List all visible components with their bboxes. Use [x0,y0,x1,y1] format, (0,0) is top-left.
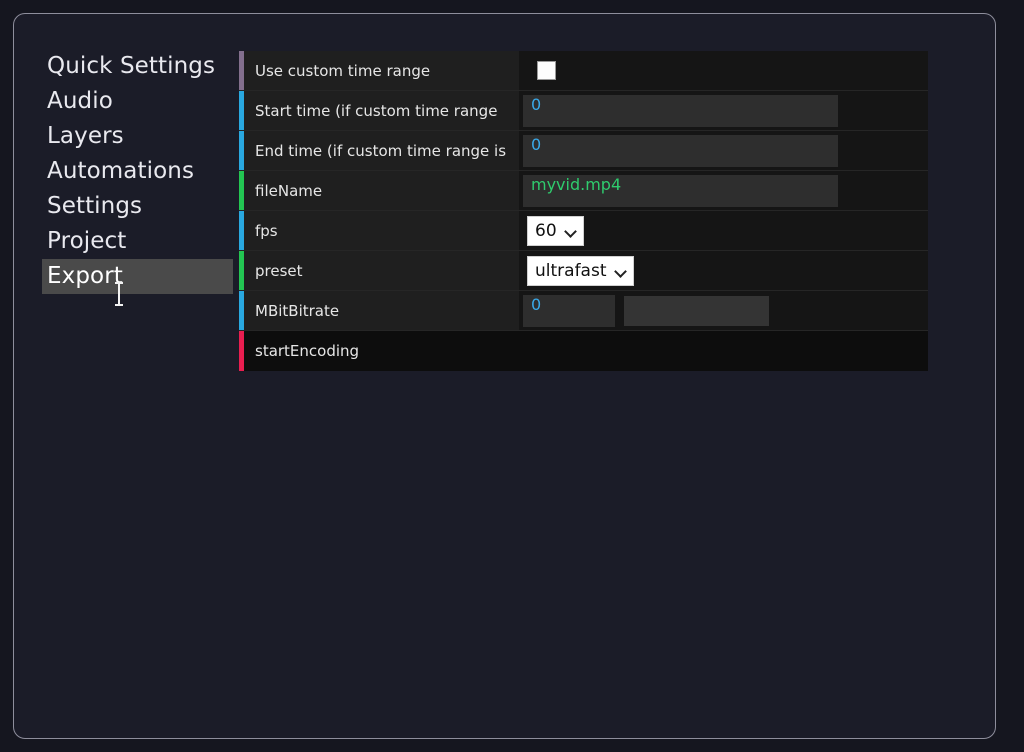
row-label: Start time (if custom time range [244,91,519,130]
end-time-input[interactable]: 0 [523,134,838,167]
sidebar-item-label: Quick Settings [47,53,216,79]
preset-select-value: ultrafast [535,260,607,281]
sidebar-item-audio[interactable]: Audio [42,84,233,119]
sidebar-item-label: Project [47,228,127,254]
row-label: preset [244,251,519,290]
sidebar-item-quick-settings[interactable]: Quick Settings [42,49,233,84]
row-control: 0 [519,291,928,330]
row-label: End time (if custom time range is [244,131,519,170]
sidebar-item-settings[interactable]: Settings [42,189,233,224]
row-control: ultrafast [519,251,928,290]
export-property-panel: Use custom time range Start time (if cus… [239,51,928,371]
start-time-input[interactable]: 0 [523,94,838,127]
fps-select-value: 60 [535,220,557,241]
row-label: Use custom time range [244,51,519,90]
mbitbitrate-slider[interactable] [624,295,769,326]
row-label: fileName [244,171,519,210]
sidebar-item-label: Export [47,263,123,289]
row-control: 0 [519,91,928,130]
sidebar-item-automations[interactable]: Automations [42,154,233,189]
property-row-start-encoding[interactable]: startEncoding [239,331,928,371]
property-row-use-custom-time-range: Use custom time range [239,51,928,91]
property-row-end-time: End time (if custom time range is 0 [239,131,928,171]
sidebar-item-project[interactable]: Project [42,224,233,259]
sidebar-item-label: Automations [47,158,195,184]
sidebar-item-label: Settings [47,193,143,219]
property-row-start-time: Start time (if custom time range 0 [239,91,928,131]
sidebar-item-label: Audio [47,88,113,114]
app-window: Quick Settings Audio Layers Automations … [13,13,996,739]
fps-select[interactable]: 60 [527,215,584,246]
row-control: 0 [519,131,928,170]
row-label: MBitBitrate [244,291,519,330]
use-custom-time-range-checkbox[interactable] [537,61,556,80]
row-control: 60 [519,211,928,250]
filename-input[interactable]: myvid.mp4 [523,174,838,207]
row-control: myvid.mp4 [519,171,928,210]
property-row-fps: fps 60 [239,211,928,251]
preset-select[interactable]: ultrafast [527,255,634,286]
property-row-mbitbitrate: MBitBitrate 0 [239,291,928,331]
sidebar-item-label: Layers [47,123,124,149]
property-row-preset: preset ultrafast [239,251,928,291]
sidebar-item-export[interactable]: Export [42,259,233,294]
chevron-down-icon [616,267,627,274]
sidebar: Quick Settings Audio Layers Automations … [42,49,233,294]
mbitbitrate-input[interactable]: 0 [523,294,615,327]
chevron-down-icon [566,227,577,234]
sidebar-item-layers[interactable]: Layers [42,119,233,154]
property-row-filename: fileName myvid.mp4 [239,171,928,211]
start-encoding-button-label: startEncoding [244,331,928,371]
row-control [519,51,928,90]
row-label: fps [244,211,519,250]
